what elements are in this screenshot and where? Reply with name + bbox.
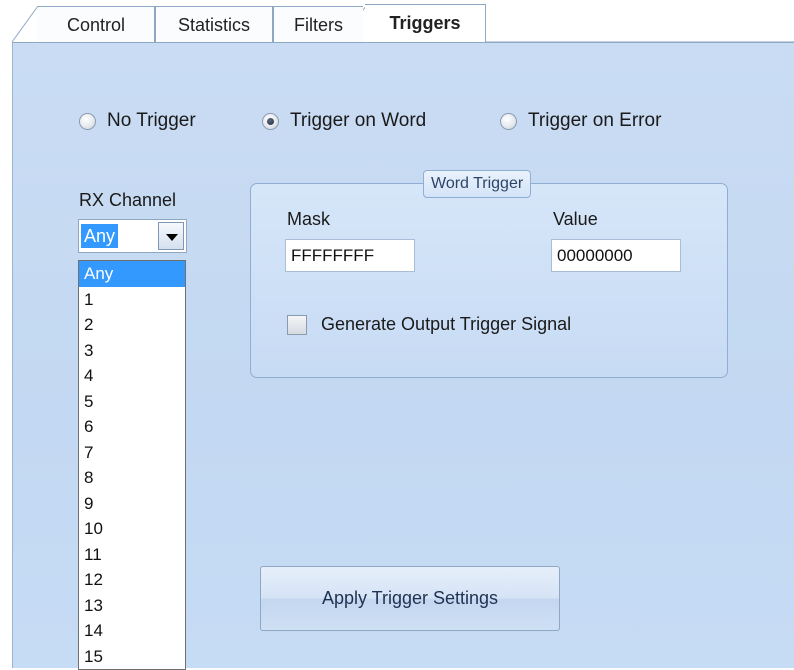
dropdown-option[interactable]: 5 (79, 389, 185, 415)
dropdown-option[interactable]: 9 (79, 491, 185, 517)
dropdown-option[interactable]: 15 (79, 644, 185, 670)
tab-filters[interactable]: Filters (273, 6, 363, 42)
dropdown-option[interactable]: 10 (79, 516, 185, 542)
radio-no-trigger-label: No Trigger (107, 110, 196, 131)
dropdown-option[interactable]: 13 (79, 593, 185, 619)
dropdown-option[interactable]: 11 (79, 542, 185, 568)
mask-input[interactable]: FFFFFFFF (285, 239, 415, 272)
generate-output-trigger-label: Generate Output Trigger Signal (321, 314, 572, 334)
rx-channel-selected-value: Any (81, 224, 119, 248)
word-trigger-group-title: Word Trigger (423, 170, 532, 198)
radio-no-trigger-button[interactable] (79, 112, 96, 130)
value-input[interactable]: 00000000 (551, 239, 681, 272)
tab-triggers-label: Triggers (389, 13, 461, 33)
radio-trigger-on-word-button[interactable] (262, 112, 279, 130)
tab-triggers[interactable]: Triggers (365, 4, 486, 42)
dropdown-option[interactable]: 14 (79, 618, 185, 644)
dropdown-option[interactable]: Any (79, 261, 185, 287)
dropdown-option[interactable]: 3 (79, 338, 185, 364)
radio-trigger-on-word-label: Trigger on Word (290, 110, 427, 131)
apply-trigger-settings-label: Apply Trigger Settings (321, 588, 499, 608)
dropdown-option[interactable]: 7 (79, 440, 185, 466)
apply-trigger-settings-button[interactable]: Apply Trigger Settings (260, 566, 560, 631)
dropdown-option[interactable]: 2 (79, 312, 185, 338)
radio-trigger-on-error-label: Trigger on Error (528, 110, 662, 131)
chevron-down-icon[interactable] (158, 222, 184, 250)
dropdown-option[interactable]: 12 (79, 567, 185, 593)
dropdown-option[interactable]: 8 (79, 465, 185, 491)
tab-control-label: Control (66, 15, 126, 35)
tab-control[interactable]: Control (38, 6, 155, 42)
rx-channel-label: RX Channel (79, 190, 177, 210)
rx-channel-dropdown-list: Any 1 2 3 4 5 6 7 8 9 10 11 12 13 14 15 (78, 260, 186, 670)
mask-label: Mask (287, 209, 331, 229)
dropdown-option[interactable]: 4 (79, 363, 185, 389)
radio-trigger-on-error-button[interactable] (500, 112, 517, 130)
dropdown-option[interactable]: 6 (79, 414, 185, 440)
tab-filters-label: Filters (294, 15, 343, 35)
tab-statistics[interactable]: Statistics (155, 6, 273, 42)
dropdown-option[interactable]: 1 (79, 287, 185, 313)
value-label: Value (553, 209, 598, 229)
tab-statistics-label: Statistics (177, 15, 251, 35)
radio-trigger-on-error[interactable]: Trigger on Error (500, 110, 661, 132)
radio-no-trigger[interactable]: No Trigger (79, 110, 196, 132)
rx-channel-select[interactable]: Any (78, 219, 187, 253)
radio-trigger-on-word[interactable]: Trigger on Word (262, 110, 426, 132)
tab-strip: Control Statistics Filters Triggers (0, 0, 794, 43)
generate-output-trigger-checkbox[interactable] (287, 315, 307, 335)
